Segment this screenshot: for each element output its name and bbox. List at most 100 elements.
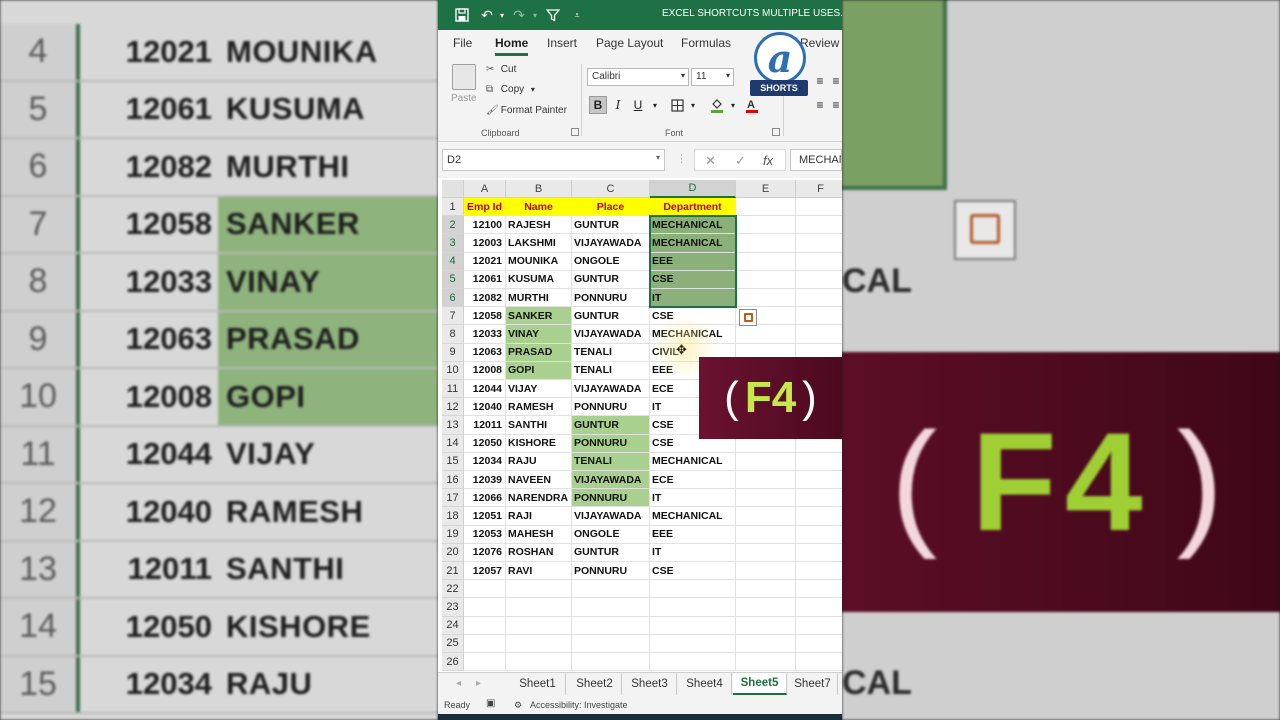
place-cell[interactable]: ONGOLE (572, 525, 650, 544)
cell[interactable] (736, 616, 796, 635)
place-cell[interactable]: TENALI (572, 452, 650, 471)
place-cell[interactable]: GUNTUR (572, 270, 650, 289)
cell[interactable] (464, 634, 506, 653)
column-header-f[interactable]: F (796, 180, 842, 198)
bold-button[interactable]: B (589, 96, 607, 114)
department-cell[interactable]: CSE (650, 270, 736, 289)
row-header[interactable]: 2 (442, 216, 464, 235)
cell[interactable] (796, 580, 842, 599)
cell[interactable] (796, 453, 842, 471)
name-cell[interactable]: RAJESH (506, 216, 572, 235)
undo-dropdown-icon[interactable]: ▾ (493, 6, 511, 24)
name-cell[interactable]: MOUNIKA (506, 252, 572, 271)
cell[interactable] (736, 452, 796, 471)
emp-id-cell[interactable]: 12039 (464, 471, 506, 490)
cancel-icon[interactable]: ✕ (705, 153, 716, 169)
emp-id-cell[interactable]: 12044 (464, 380, 506, 399)
column-header-d[interactable]: D (650, 180, 736, 198)
formula-input[interactable]: MECHANICAL (790, 149, 842, 171)
chevron-down-icon[interactable]: ▾ (724, 96, 742, 114)
align-middle-icon[interactable]: ≡ (827, 72, 842, 90)
tab-insert[interactable]: Insert (547, 36, 577, 50)
cell[interactable] (736, 580, 796, 599)
department-cell[interactable]: MECHANICAL (650, 234, 736, 253)
header-cell[interactable]: Place (572, 198, 650, 217)
cell[interactable] (796, 635, 842, 653)
dialog-launcher-icon[interactable] (571, 128, 579, 136)
place-cell[interactable]: ONGOLE (572, 252, 650, 271)
place-cell[interactable]: GUNTUR (572, 416, 650, 435)
department-cell[interactable]: EEE (650, 525, 736, 544)
cell[interactable] (572, 634, 650, 653)
emp-id-cell[interactable]: 12076 (464, 543, 506, 562)
cell[interactable] (796, 253, 842, 271)
row-header[interactable]: 23 (442, 598, 464, 617)
format-painter-button[interactable]: 🖌 Format Painter (486, 105, 567, 116)
row-header[interactable]: 4 (442, 252, 464, 271)
place-cell[interactable]: PONNURU (572, 562, 650, 581)
emp-id-cell[interactable]: 12082 (464, 289, 506, 308)
cell[interactable] (796, 562, 842, 581)
cell[interactable] (796, 526, 842, 544)
place-cell[interactable]: PONNURU (572, 289, 650, 308)
name-cell[interactable]: LAKSHMI (506, 234, 572, 253)
name-cell[interactable]: SANKER (506, 307, 572, 326)
name-cell[interactable]: NAVEEN (506, 471, 572, 490)
row-header[interactable]: 25 (442, 634, 464, 653)
place-cell[interactable]: GUNTUR (572, 216, 650, 235)
header-cell[interactable]: Department (650, 198, 736, 217)
emp-id-cell[interactable]: 12053 (464, 525, 506, 544)
row-header[interactable]: 20 (442, 543, 464, 562)
emp-id-cell[interactable]: 12057 (464, 562, 506, 581)
row-header[interactable]: 26 (442, 653, 464, 672)
cell[interactable] (464, 653, 506, 672)
cell[interactable] (736, 270, 796, 289)
cell[interactable] (736, 653, 796, 672)
name-cell[interactable]: RAVI (506, 562, 572, 581)
cell[interactable] (736, 525, 796, 544)
enter-icon[interactable]: ✓ (735, 153, 746, 169)
cell[interactable] (736, 289, 796, 308)
save-icon[interactable] (453, 6, 471, 24)
cell[interactable] (506, 653, 572, 672)
cell[interactable] (572, 580, 650, 599)
dialog-launcher-icon[interactable] (772, 128, 780, 136)
tab-file[interactable]: File (453, 36, 472, 50)
cell[interactable] (736, 198, 796, 217)
sheet-tab-sheet1[interactable]: Sheet1 (510, 673, 566, 695)
place-cell[interactable]: VIJAYAWADA (572, 507, 650, 526)
paste-options-icon[interactable] (739, 309, 757, 327)
cell[interactable] (572, 598, 650, 617)
name-cell[interactable]: MURTHI (506, 289, 572, 308)
name-cell[interactable]: NARENDRA (506, 489, 572, 508)
row-header[interactable]: 3 (442, 234, 464, 253)
paste-button[interactable]: Paste (451, 93, 477, 104)
emp-id-cell[interactable]: 12051 (464, 507, 506, 526)
name-cell[interactable]: VINAY (506, 325, 572, 344)
emp-id-cell[interactable]: 12033 (464, 325, 506, 344)
cell[interactable] (506, 580, 572, 599)
department-cell[interactable]: MECHANICAL (650, 507, 736, 526)
row-header[interactable]: 22 (442, 580, 464, 599)
row-header[interactable]: 14 (442, 434, 464, 453)
place-cell[interactable]: VIJAYAWADA (572, 234, 650, 253)
cell[interactable] (736, 252, 796, 271)
italic-button[interactable]: I (609, 96, 627, 114)
paste-icon[interactable] (452, 64, 476, 90)
cell[interactable] (796, 653, 842, 672)
tab-formulas[interactable]: Formulas (681, 36, 731, 50)
name-cell[interactable]: RAMESH (506, 398, 572, 417)
name-cell[interactable]: KISHORE (506, 434, 572, 453)
emp-id-cell[interactable]: 12021 (464, 252, 506, 271)
cell[interactable] (506, 598, 572, 617)
customize-toolbar-icon[interactable]: ⩡ (568, 6, 586, 24)
department-cell[interactable]: IT (650, 489, 736, 508)
name-cell[interactable]: GOPI (506, 361, 572, 380)
name-cell[interactable]: MAHESH (506, 525, 572, 544)
accessibility-icon[interactable]: ⚙ (514, 700, 522, 711)
place-cell[interactable]: PONNURU (572, 434, 650, 453)
department-cell[interactable]: ECE (650, 471, 736, 490)
cell[interactable] (650, 653, 736, 672)
cell[interactable] (796, 307, 842, 326)
chevron-down-icon[interactable]: ▾ (684, 96, 702, 114)
